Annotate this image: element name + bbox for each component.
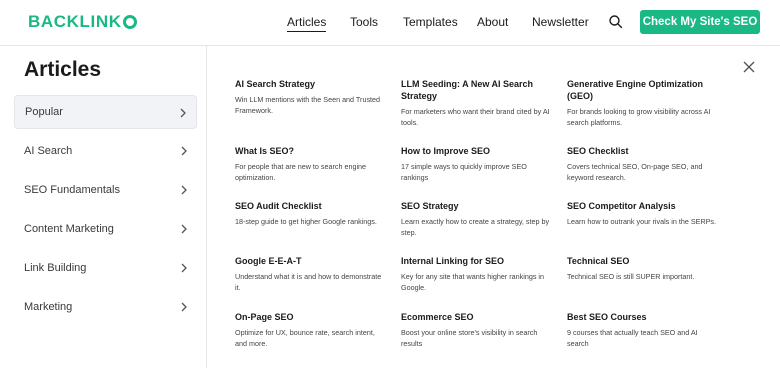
article-card[interactable]: Google E-E-A-T Understand what it is and… <box>235 255 385 293</box>
article-card[interactable]: On-Page SEO Optimize for UX, bounce rate… <box>235 311 385 349</box>
logo-o-mark <box>122 15 137 29</box>
article-description: 18-step guide to get higher Google ranki… <box>235 217 377 226</box>
close-icon[interactable] <box>742 60 756 74</box>
sidebar-item-label: SEO Fundamentals <box>24 184 120 196</box>
article-title[interactable]: Best SEO Courses <box>567 311 717 323</box>
article-card[interactable]: How to Improve SEO 17 simple ways to qui… <box>401 145 551 183</box>
article-card[interactable]: SEO Strategy Learn exactly how to create… <box>401 200 551 238</box>
article-title[interactable]: SEO Competitor Analysis <box>567 200 717 212</box>
article-title[interactable]: On-Page SEO <box>235 311 385 323</box>
article-card[interactable]: Generative Engine Optimization (GEO) For… <box>567 78 717 128</box>
sidebar-item-link-building[interactable]: Link Building <box>14 251 197 285</box>
sidebar-title: Articles <box>24 58 102 81</box>
check-site-seo-button[interactable]: Check My Site's SEO <box>640 10 760 34</box>
article-card[interactable]: SEO Audit Checklist 18-step guide to get… <box>235 200 385 228</box>
article-title[interactable]: What Is SEO? <box>235 145 385 157</box>
article-description: Learn exactly how to create a strategy, … <box>401 217 550 237</box>
category-sidebar: Articles Popular AI Search SEO Fundament… <box>0 46 207 368</box>
article-description: 17 simple ways to quickly improve SEO ra… <box>401 162 527 182</box>
logo-text: BACKLINK <box>28 12 122 31</box>
sidebar-item-label: Popular <box>25 106 63 118</box>
chevron-right-icon <box>179 301 189 313</box>
chevron-right-icon <box>178 107 188 119</box>
chevron-right-icon <box>179 223 189 235</box>
sidebar-item-label: Link Building <box>24 262 87 274</box>
article-title[interactable]: Ecommerce SEO <box>401 311 551 323</box>
article-description: 9 courses that actually teach SEO and AI… <box>567 328 698 348</box>
article-description: Covers technical SEO, On-page SEO, and k… <box>567 162 703 182</box>
chevron-right-icon <box>179 145 189 157</box>
article-description: Key for any site that wants higher ranki… <box>401 272 545 292</box>
article-description: Understand what it is and how to demonst… <box>235 272 382 292</box>
search-icon[interactable] <box>607 13 625 31</box>
article-title[interactable]: SEO Strategy <box>401 200 551 212</box>
article-title[interactable]: How to Improve SEO <box>401 145 551 157</box>
nav-newsletter[interactable]: Newsletter <box>532 14 589 30</box>
article-description: Boost your online store's visibility in … <box>401 328 538 348</box>
article-card[interactable]: Technical SEO Technical SEO is still SUP… <box>567 255 717 283</box>
article-title[interactable]: SEO Checklist <box>567 145 717 157</box>
article-title[interactable]: Generative Engine Optimization (GEO) <box>567 78 717 102</box>
chevron-right-icon <box>179 262 189 274</box>
article-title[interactable]: Technical SEO <box>567 255 717 267</box>
article-title[interactable]: AI Search Strategy <box>235 78 385 90</box>
nav-about[interactable]: About <box>477 14 508 30</box>
nav-articles[interactable]: Articles <box>287 14 327 32</box>
article-card[interactable]: SEO Competitor Analysis Learn how to out… <box>567 200 717 228</box>
article-card[interactable]: Best SEO Courses 9 courses that actually… <box>567 311 717 349</box>
nav-templates[interactable]: Templates <box>403 14 458 30</box>
site-header: BACKLINK Articles Tools Templates About … <box>0 0 780 46</box>
article-card[interactable]: SEO Checklist Covers technical SEO, On-p… <box>567 145 717 183</box>
article-title[interactable]: SEO Audit Checklist <box>235 200 385 212</box>
article-description: Win LLM mentions with the Seen and Trust… <box>235 95 381 115</box>
article-description: Learn how to outrank your rivals in the … <box>567 217 717 226</box>
article-description: For people that are new to search engine… <box>235 162 367 182</box>
article-card[interactable]: What Is SEO? For people that are new to … <box>235 145 385 183</box>
sidebar-item-popular[interactable]: Popular <box>14 95 197 129</box>
sidebar-item-seo-fundamentals[interactable]: SEO Fundamentals <box>14 173 197 207</box>
backlinko-logo[interactable]: BACKLINK <box>28 12 137 32</box>
article-title[interactable]: LLM Seeding: A New AI Search Strategy <box>401 78 551 102</box>
chevron-right-icon <box>179 184 189 196</box>
article-card[interactable]: Internal Linking for SEO Key for any sit… <box>401 255 551 293</box>
article-description: Optimize for UX, bounce rate, search int… <box>235 328 375 348</box>
sidebar-item-label: AI Search <box>24 145 73 157</box>
nav-tools[interactable]: Tools <box>350 14 378 30</box>
article-title[interactable]: Google E-E-A-T <box>235 255 385 267</box>
sidebar-item-marketing[interactable]: Marketing <box>14 290 197 324</box>
article-description: For brands looking to grow visibility ac… <box>567 107 711 127</box>
article-description: For marketers who want their brand cited… <box>401 107 550 127</box>
sidebar-item-label: Marketing <box>24 301 73 313</box>
article-card[interactable]: Ecommerce SEO Boost your online store's … <box>401 311 551 349</box>
article-description: Technical SEO is still SUPER important. <box>567 272 695 281</box>
sidebar-item-label: Content Marketing <box>24 223 114 235</box>
article-card[interactable]: AI Search Strategy Win LLM mentions with… <box>235 78 385 116</box>
sidebar-item-content-marketing[interactable]: Content Marketing <box>14 212 197 246</box>
sidebar-item-ai-search[interactable]: AI Search <box>14 134 197 168</box>
article-card[interactable]: LLM Seeding: A New AI Search Strategy Fo… <box>401 78 551 128</box>
article-title[interactable]: Internal Linking for SEO <box>401 255 551 267</box>
